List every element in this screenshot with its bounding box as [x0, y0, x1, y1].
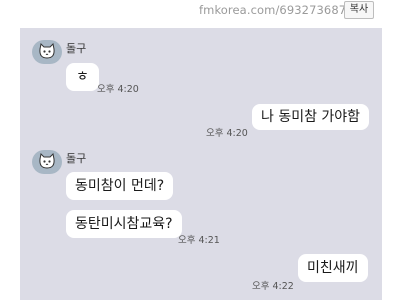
message-bubble: 동탄미시참교육? [66, 210, 182, 238]
sender-name: 돌구 [66, 42, 87, 55]
chat-screenshot: 돌구 ㅎ 오후 4:20 나 동미참 가야함 오후 4:20 돌구 동미참이 먼… [20, 28, 382, 300]
message-bubble: 동미참이 먼데? [66, 172, 174, 200]
message-time: 오후 4:20 [206, 128, 248, 139]
message-time: 오후 4:22 [252, 281, 294, 292]
message-bubble: 미친새끼 [298, 254, 368, 282]
copy-button[interactable]: 복사 [344, 1, 374, 19]
cat-face-icon [39, 152, 55, 169]
page-header: fmkorea.com/6932736870 복사 [0, 0, 400, 26]
sender-name: 돌구 [66, 152, 87, 165]
message-time: 오후 4:20 [97, 84, 139, 95]
message-bubble: 나 동미참 가야함 [252, 104, 370, 130]
sender-avatar[interactable] [32, 150, 62, 174]
message-time: 오후 4:21 [178, 235, 220, 246]
message-bubble: ㅎ [66, 63, 99, 91]
sender-avatar[interactable] [32, 40, 62, 64]
cat-face-icon [39, 42, 55, 59]
source-url[interactable]: fmkorea.com/6932736870 [199, 3, 354, 17]
